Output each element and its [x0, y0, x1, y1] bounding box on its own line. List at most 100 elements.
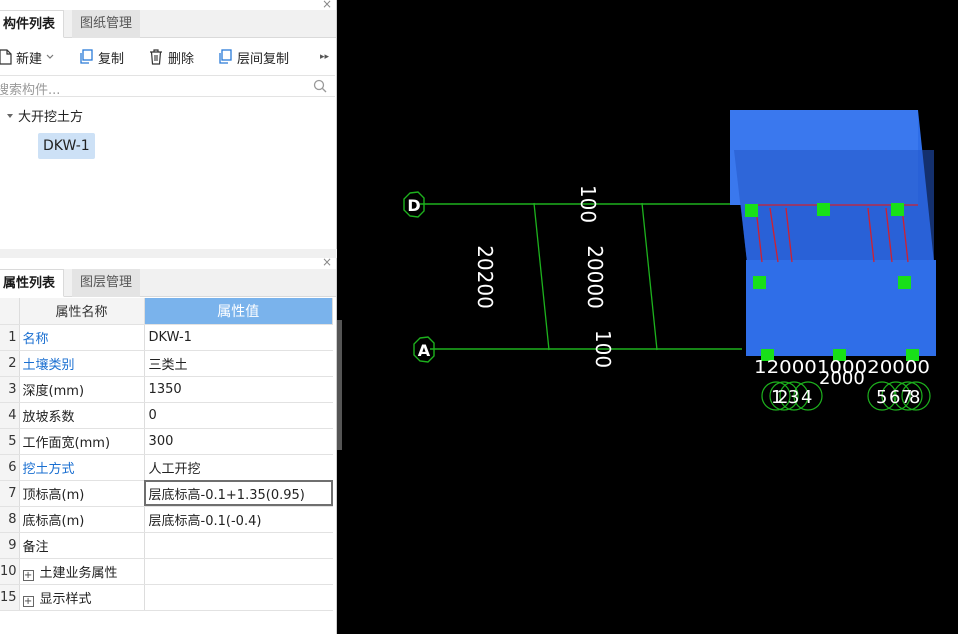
axis-label-a: A: [418, 341, 431, 360]
property-name: 土壤类别: [19, 350, 145, 377]
axis-label-5: 5: [876, 387, 887, 408]
property-row[interactable]: 1 名称 DKW-1: [0, 324, 333, 351]
property-name: 名称: [19, 324, 145, 351]
axis-label-8: 8: [909, 387, 920, 408]
axis-label-2: 2: [777, 387, 788, 408]
tab-property-list[interactable]: 属性列表: [0, 269, 65, 297]
close-icon[interactable]: ×: [322, 256, 332, 268]
property-row[interactable]: 3 深度(mm) 1350: [0, 376, 333, 403]
group-label: 土建业务属性: [39, 565, 118, 581]
property-group-name[interactable]: + 显示样式: [19, 584, 145, 611]
property-value[interactable]: 0: [144, 402, 333, 429]
excavation-pit[interactable]: [730, 110, 936, 361]
drawing-viewport[interactable]: D A 20200 100 20000 100 12000100020000 2…: [342, 0, 958, 634]
tree-item-dkw-1[interactable]: DKW-1: [38, 133, 95, 159]
row-number: 3: [0, 376, 20, 403]
property-row[interactable]: 6 挖土方式 人工开挖: [0, 454, 333, 481]
copy-button[interactable]: 复制: [78, 46, 124, 68]
grid-header-row: 属性名称 属性值: [0, 298, 334, 325]
property-row[interactable]: 4 放坡系数 0: [0, 402, 333, 429]
tab-drawing-management[interactable]: 图纸管理: [72, 10, 141, 38]
property-name: 深度(mm): [19, 376, 145, 403]
property-row[interactable]: 8 底标高(m) 层底标高-0.1(-0.4): [0, 506, 333, 533]
axis-label-3: 3: [788, 387, 799, 408]
property-value[interactable]: 1350: [144, 376, 333, 403]
expand-plus-icon[interactable]: +: [22, 595, 34, 607]
property-row-editing[interactable]: 7 顶标高(m) 层底标高-0.1+1.35(0.95): [0, 480, 333, 507]
property-value: [144, 558, 333, 585]
property-value[interactable]: [144, 532, 333, 559]
close-icon[interactable]: ×: [322, 0, 332, 10]
dimension-line: [533, 202, 550, 351]
row-number: 10: [0, 558, 20, 585]
trash-icon: [150, 49, 162, 65]
axis-label-6: 6: [889, 387, 900, 408]
property-name: 挖土方式: [19, 454, 145, 481]
row-number: 15: [0, 584, 20, 611]
floor-copy-button[interactable]: 层间复制: [217, 46, 289, 68]
dimension-text-bottom-offset: 100: [591, 330, 615, 368]
axis-label-4: 4: [801, 387, 812, 408]
tab-layer-management[interactable]: 图层管理: [72, 269, 141, 297]
floor-copy-button-label: 层间复制: [237, 51, 290, 67]
drawing-canvas[interactable]: D A 20200 100 20000 100 12000100020000 2…: [342, 0, 958, 634]
more-tools-button[interactable]: ▸▸: [320, 46, 329, 68]
property-group-row[interactable]: 15 + 显示样式: [0, 584, 333, 611]
delete-button[interactable]: 删除: [148, 46, 194, 68]
row-number: 1: [0, 324, 20, 351]
property-row[interactable]: 2 土壤类别 三类土: [0, 350, 333, 377]
property-group-name[interactable]: + 土建业务属性: [19, 558, 145, 585]
property-value-header: 属性值: [144, 298, 334, 325]
new-button[interactable]: 新建: [0, 46, 54, 68]
dimension-text-right-span: 2000: [819, 368, 865, 389]
row-number: 8: [0, 506, 20, 533]
grip-marker[interactable]: [891, 203, 904, 216]
dimension-text-top-offset: 100: [576, 185, 600, 223]
chevron-down-icon[interactable]: [46, 54, 54, 60]
property-name: 备注: [19, 532, 145, 559]
grip-marker[interactable]: [753, 276, 766, 289]
row-number: 5: [0, 428, 20, 455]
new-button-label: 新建: [16, 51, 43, 67]
search-input[interactable]: 搜索构件...: [0, 79, 60, 98]
search-bar[interactable]: 搜索构件...: [0, 75, 335, 98]
component-list-pane: × 构件列表 图纸管理 新建 复制 删除 层间复制 ▸▸ 搜索构件... 大开挖…: [0, 0, 337, 249]
pit-front-face: [746, 260, 936, 356]
copy-button-label: 复制: [98, 51, 125, 67]
tree-expand-icon[interactable]: [6, 112, 14, 120]
property-list-pane: × 属性列表 图层管理 属性名称 属性值 1 名称 DKW-1 2 土壤类别 三…: [0, 256, 337, 634]
left-dock: × 构件列表 图纸管理 新建 复制 删除 层间复制 ▸▸ 搜索构件... 大开挖…: [0, 0, 337, 634]
row-number: 2: [0, 350, 20, 377]
property-value[interactable]: 人工开挖: [144, 454, 333, 481]
row-number: 4: [0, 402, 20, 429]
tree-node-root[interactable]: 大开挖土方: [6, 106, 83, 125]
grip-marker[interactable]: [898, 276, 911, 289]
property-value-input[interactable]: 层底标高-0.1+1.35(0.95): [144, 480, 333, 507]
dimension-text-span: 20000: [583, 245, 607, 309]
grip-marker[interactable]: [745, 204, 758, 217]
property-value[interactable]: DKW-1: [144, 324, 333, 351]
property-name-header: 属性名称: [19, 298, 145, 325]
component-toolbar: 新建 复制 删除 层间复制 ▸▸: [0, 41, 336, 71]
property-value[interactable]: 三类土: [144, 350, 333, 377]
property-value[interactable]: 300: [144, 428, 333, 455]
tab-component-list[interactable]: 构件列表: [0, 10, 65, 38]
row-number-header: [0, 298, 20, 325]
property-tabs: 属性列表 图层管理: [0, 269, 336, 297]
row-number: 6: [0, 454, 20, 481]
property-value[interactable]: 层底标高-0.1(-0.4): [144, 506, 333, 533]
property-row[interactable]: 5 工作面宽(mm) 300: [0, 428, 333, 455]
row-number: 7: [0, 480, 20, 507]
dimension-text-total: 20200: [473, 245, 497, 309]
axis-label-d: D: [407, 196, 420, 215]
search-icon[interactable]: [313, 79, 327, 93]
component-tabs: 构件列表 图纸管理: [0, 10, 336, 38]
property-grid: 属性名称 属性值 1 名称 DKW-1 2 土壤类别 三类土 3 深度(mm) …: [0, 298, 334, 611]
floor-copy-icon: [219, 49, 232, 64]
property-group-row[interactable]: 10 + 土建业务属性: [0, 558, 333, 585]
expand-plus-icon[interactable]: +: [22, 569, 34, 581]
grip-marker[interactable]: [817, 203, 830, 216]
property-name: 工作面宽(mm): [19, 428, 145, 455]
property-value: [144, 584, 333, 611]
property-row[interactable]: 9 备注: [0, 532, 333, 559]
